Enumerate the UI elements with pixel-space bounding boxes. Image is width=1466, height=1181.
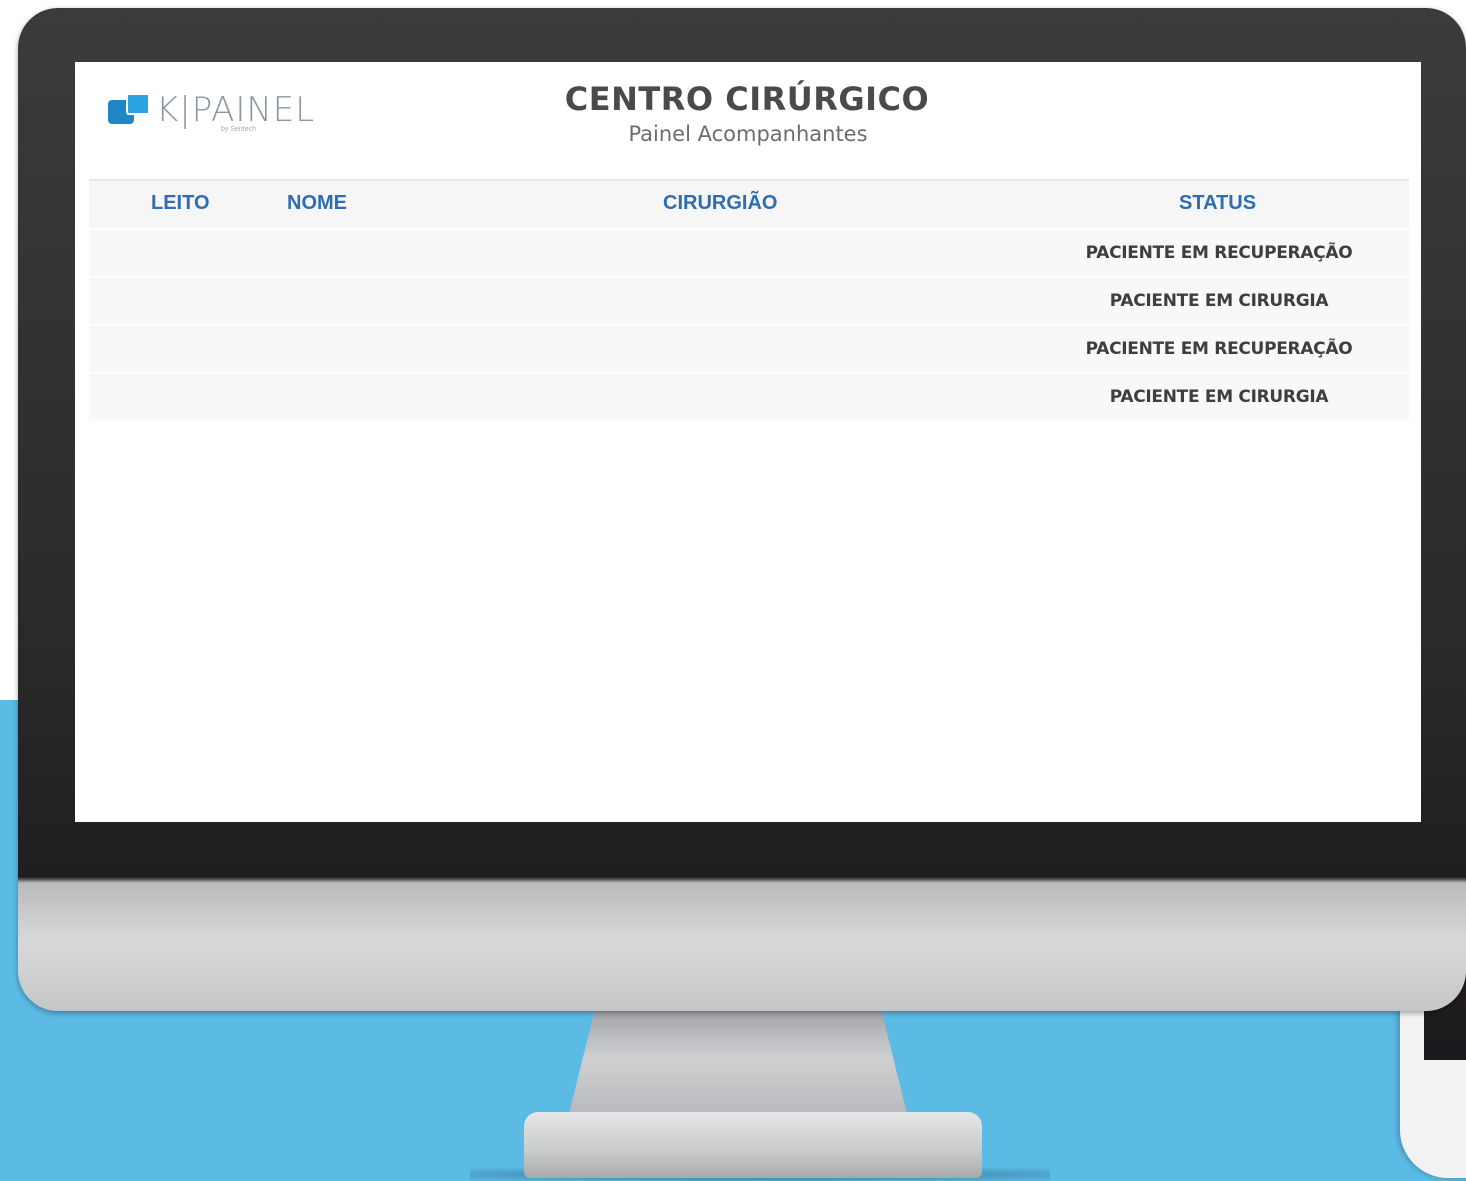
monitor-stand-neck xyxy=(568,1008,908,1118)
column-header-leito: LEITO xyxy=(151,192,210,214)
status-cell: PACIENTE EM CIRURGIA xyxy=(1109,291,1329,311)
table-row: PACIENTE EM RECUPERAÇÃO xyxy=(89,228,1409,276)
page-title: CENTRO CIRÚRGICO xyxy=(564,80,930,118)
patients-table: LEITO NOME CIRURGIÃO STATUS PACIENTE EM … xyxy=(89,179,1409,420)
monitor-screen: K|PAINEL by Sentech CENTRO CIRÚRGICO Pai… xyxy=(75,62,1421,822)
column-header-nome: NOME xyxy=(287,192,347,214)
status-cell: PACIENTE EM RECUPERAÇÃO xyxy=(1085,339,1353,359)
monitor: K|PAINEL by Sentech CENTRO CIRÚRGICO Pai… xyxy=(18,8,1466,1011)
column-header-cirurgiao: CIRURGIÃO xyxy=(663,192,778,214)
status-cell: PACIENTE EM CIRURGIA xyxy=(1109,387,1329,407)
page-header: CENTRO CIRÚRGICO Painel Acompanhantes xyxy=(75,80,1421,146)
status-cell: PACIENTE EM RECUPERAÇÃO xyxy=(1085,243,1353,263)
table-header: LEITO NOME CIRURGIÃO STATUS xyxy=(89,179,1409,228)
monitor-chin-shadow xyxy=(18,876,1466,884)
page-subtitle: Painel Acompanhantes xyxy=(628,122,868,146)
monitor-stand-base xyxy=(524,1112,982,1178)
column-header-status: STATUS xyxy=(1179,192,1257,214)
table-row: PACIENTE EM RECUPERAÇÃO xyxy=(89,324,1409,372)
table-row: PACIENTE EM CIRURGIA xyxy=(89,276,1409,324)
table-row: PACIENTE EM CIRURGIA xyxy=(89,372,1409,420)
